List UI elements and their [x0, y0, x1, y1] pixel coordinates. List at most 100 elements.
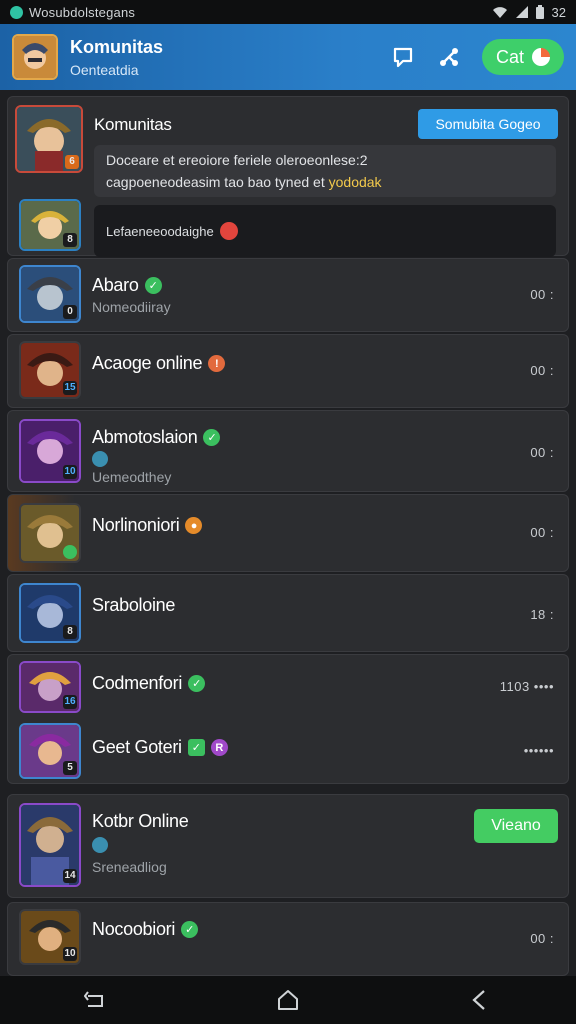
- more-icon[interactable]: 00 :: [530, 445, 554, 460]
- level-badge: 8: [63, 233, 77, 247]
- more-icon[interactable]: 00 :: [530, 525, 554, 540]
- member-name-label: Nocoobiori: [92, 919, 176, 939]
- verified-icon: ✓: [188, 675, 206, 692]
- verified-icon: ✓: [203, 429, 221, 446]
- list-item[interactable]: 8 Sraboloine 18 :: [7, 574, 569, 652]
- view-button[interactable]: Vieano: [474, 809, 558, 843]
- avatar[interactable]: 8: [19, 583, 81, 643]
- member-name-label: Abmotoslaion: [92, 427, 198, 447]
- avatar[interactable]: 5: [19, 723, 81, 779]
- status-icon: R: [210, 739, 228, 756]
- pie-icon: [532, 48, 550, 66]
- member-name: Sraboloine: [92, 595, 175, 616]
- level-badge: 15: [63, 381, 77, 395]
- member-name-label: Norlinoniori: [92, 515, 180, 535]
- member-name: Kotbr Online: [92, 811, 189, 832]
- more-icon[interactable]: 00 :: [530, 287, 554, 302]
- chat-icon[interactable]: [386, 40, 420, 74]
- cat-button[interactable]: Cat: [482, 39, 564, 75]
- featured-card[interactable]: 6 Komunitas Somubita Gogeo Doceare et er…: [7, 96, 569, 257]
- more-icon[interactable]: 18 :: [530, 607, 554, 622]
- clock: 32: [551, 4, 566, 20]
- join-button[interactable]: Somubita Gogeo: [418, 109, 558, 139]
- avatar[interactable]: 10: [19, 909, 81, 965]
- avatar[interactable]: 6: [15, 105, 83, 173]
- cat-button-label: Cat: [495, 46, 524, 67]
- signal-icon: [515, 6, 528, 18]
- level-badge: 10: [63, 465, 77, 479]
- level-badge: [63, 545, 77, 559]
- recent-apps-icon[interactable]: [76, 980, 116, 1020]
- status-icon: !: [208, 355, 226, 372]
- share-icon[interactable]: [432, 40, 466, 74]
- home-icon[interactable]: [268, 980, 308, 1020]
- level-badge: 16: [63, 695, 77, 709]
- more-icon[interactable]: 1103 ••••: [500, 679, 554, 694]
- member-name-label: Kotbr Online: [92, 811, 189, 831]
- game-icon: [92, 837, 108, 853]
- message-line-1: Doceare et ereoiore feriele oleroeonlese…: [106, 152, 368, 168]
- list-item[interactable]: 10 Nocoobiori ✓ 00 :: [7, 902, 569, 976]
- level-badge: 14: [63, 869, 77, 883]
- list-item[interactable]: 10 Abmotoslaion ✓ Uemeodthey 00 :: [7, 410, 569, 492]
- avatar[interactable]: 16: [19, 661, 81, 713]
- system-nav-bar: [0, 976, 576, 1024]
- message-line-2: cagpoeneodeasim tao bao tyned et yododak: [106, 171, 544, 193]
- message-preview: Doceare et ereoiore feriele oleroeonlese…: [94, 145, 556, 197]
- level-badge: 8: [63, 625, 77, 639]
- alert-icon: [219, 222, 238, 240]
- verified-icon: ✓: [144, 277, 162, 294]
- status-icon: ●: [185, 517, 203, 534]
- message-highlight: yododak: [328, 174, 382, 190]
- app-header: Komunitas Oenteatdia Cat: [0, 24, 576, 90]
- level-badge: 6: [65, 155, 79, 169]
- verified-icon: ✓: [181, 921, 199, 938]
- member-name: Acaoge online !: [92, 353, 226, 374]
- message-line-2-text: cagpoeneodeasim tao bao tyned et: [106, 174, 325, 190]
- verified-icon: ✓: [187, 739, 205, 756]
- member-name-label: Sraboloine: [92, 595, 176, 615]
- wifi-icon: [492, 6, 507, 18]
- member-name: Abaro ✓: [92, 275, 162, 296]
- header-title: Komunitas: [70, 36, 164, 57]
- list-item[interactable]: 16 Codmenfori ✓ 1103 •••• 5 Geet Goteri …: [7, 654, 569, 784]
- level-badge: 5: [63, 761, 77, 775]
- avatar[interactable]: 15: [19, 341, 81, 399]
- member-name: Nocoobiori ✓: [92, 919, 199, 940]
- activity-box[interactable]: Lefaeneeoodaighe: [94, 205, 556, 257]
- battery-icon: [535, 5, 544, 19]
- level-badge: 10: [63, 947, 77, 961]
- avatar[interactable]: 8: [19, 199, 81, 251]
- member-name-label: Geet Goteri: [92, 737, 182, 757]
- member-name: Codmenfori ✓: [92, 673, 206, 694]
- member-name: Norlinoniori ●: [92, 515, 203, 536]
- member-name: Abmotoslaion ✓: [92, 427, 221, 448]
- member-name: Geet Goteri ✓ R: [92, 737, 228, 758]
- back-icon[interactable]: [460, 980, 500, 1020]
- community-logo[interactable]: [12, 34, 58, 80]
- member-status: Nomeodiiray: [92, 299, 171, 315]
- game-icon: [92, 451, 108, 467]
- avatar[interactable]: 14: [19, 803, 81, 887]
- avatar[interactable]: [19, 503, 81, 563]
- more-icon[interactable]: 00 :: [530, 363, 554, 378]
- more-icon[interactable]: ••••••: [524, 743, 554, 758]
- list-item[interactable]: 14 Kotbr Online Sreneadliog Vieano: [7, 794, 569, 898]
- avatar[interactable]: 0: [19, 265, 81, 323]
- more-icon[interactable]: 00 :: [530, 931, 554, 946]
- member-name-label: Acaoge online: [92, 353, 203, 373]
- avatar[interactable]: 10: [19, 419, 81, 483]
- header-subtitle: Oenteatdia: [70, 61, 139, 78]
- notification-icon: [10, 5, 23, 19]
- member-status: Uemeodthey: [92, 469, 172, 485]
- list-item[interactable]: 15 Acaoge online ! 00 :: [7, 334, 569, 408]
- level-badge: 0: [63, 305, 77, 319]
- activity-text: Lefaeneeoodaighe: [106, 223, 214, 239]
- status-bar: Wosubdolstegans 32: [0, 0, 576, 24]
- member-name-label: Codmenfori: [92, 673, 183, 693]
- carrier-text: Wosubdolstegans: [29, 4, 136, 20]
- featured-name: Komunitas: [94, 115, 172, 135]
- featured-name-label: Komunitas: [94, 115, 172, 134]
- list-item[interactable]: Norlinoniori ● 00 :: [7, 494, 569, 572]
- list-item[interactable]: 0 Abaro ✓ Nomeodiiray 00 :: [7, 258, 569, 332]
